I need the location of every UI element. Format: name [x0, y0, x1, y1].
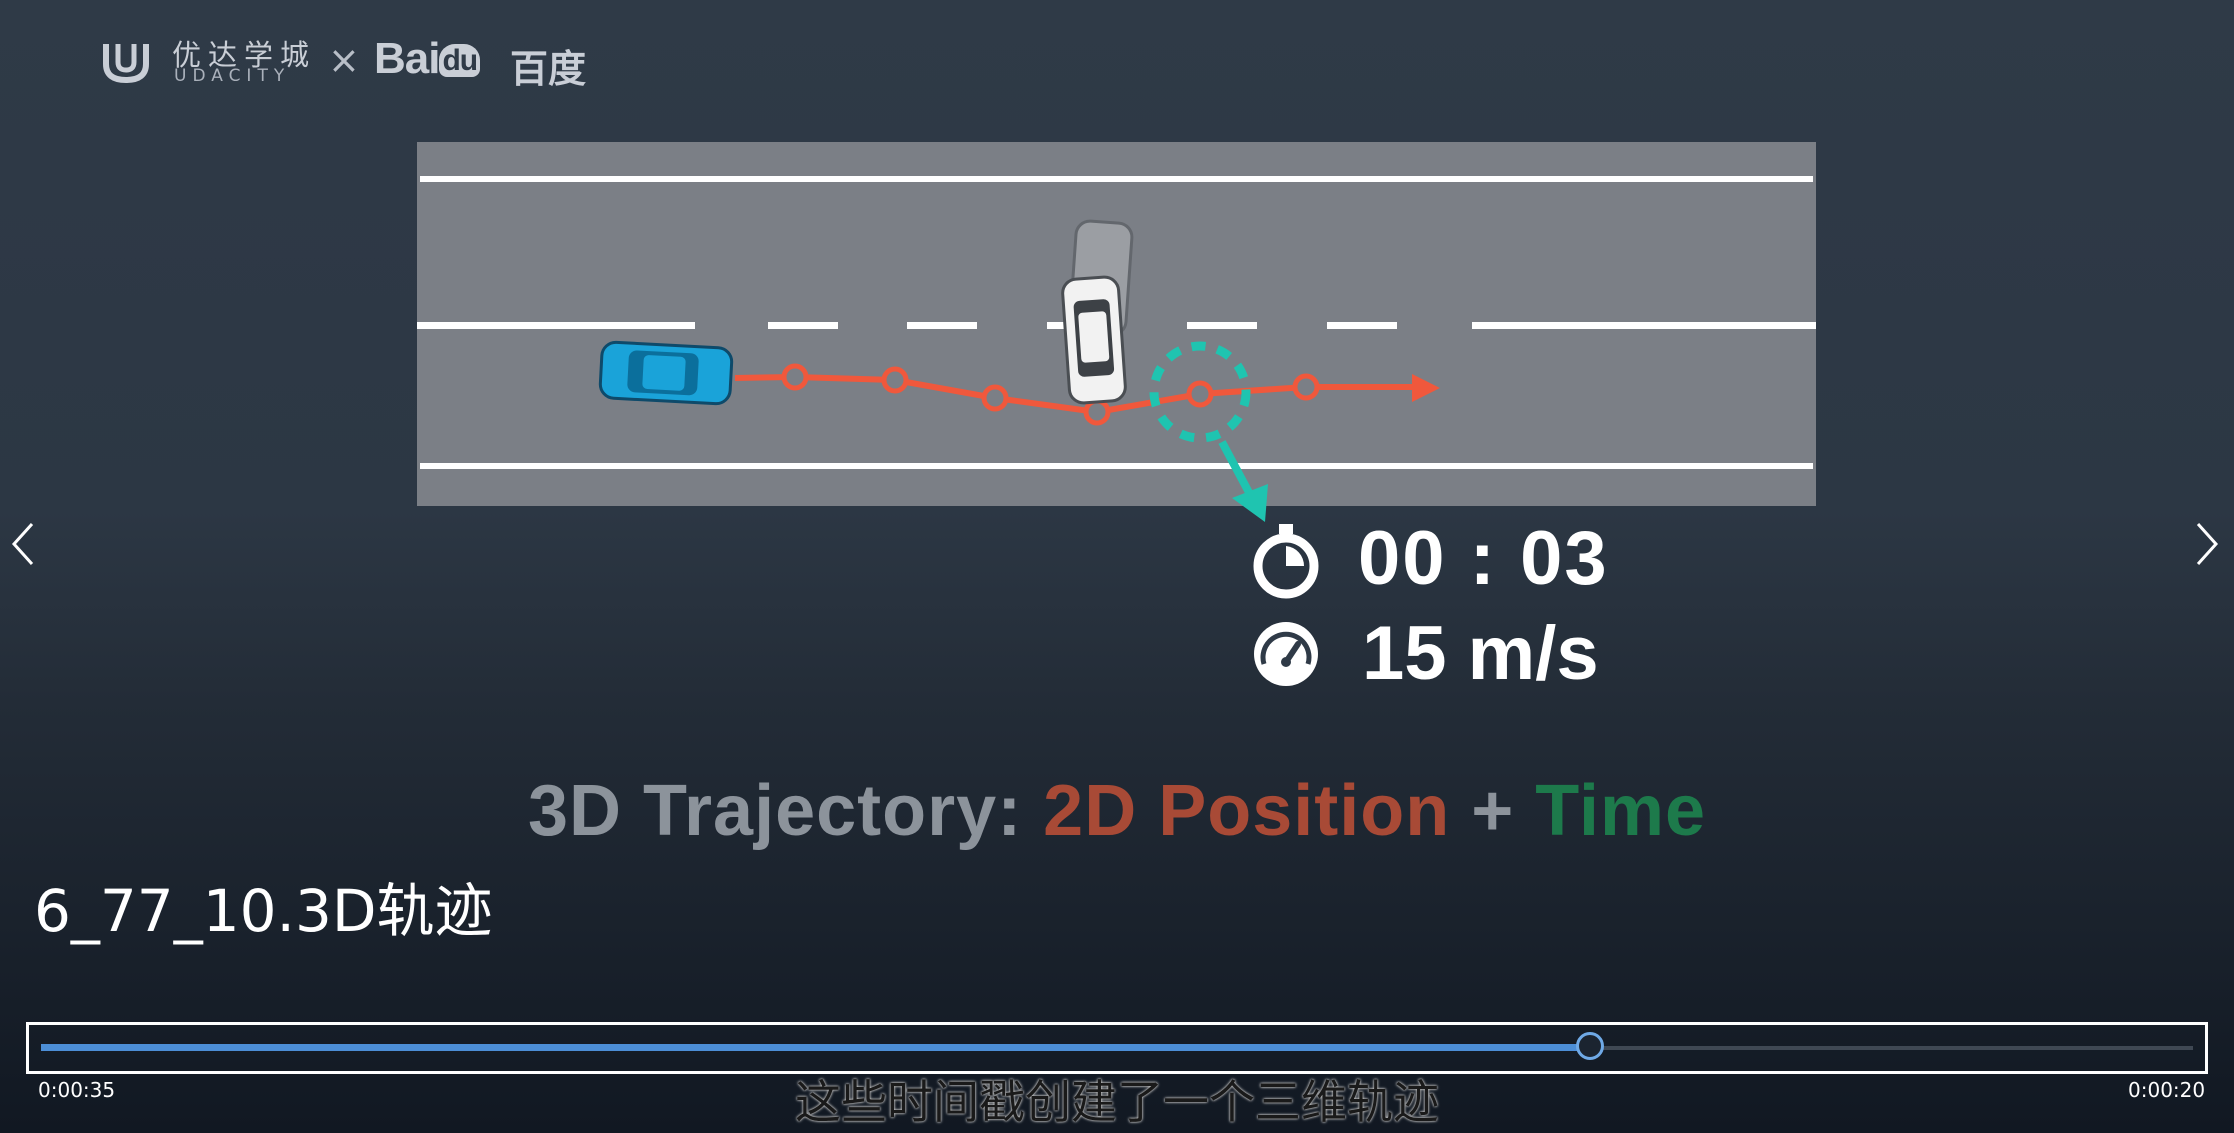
lane-line-bottom [420, 463, 1813, 469]
caption-part-trajectory: 3D Trajectory: [527, 771, 1044, 851]
ego-car [598, 340, 734, 406]
time-readout: 00 : 03 [1358, 516, 1609, 601]
speedometer-icon [1254, 622, 1318, 686]
trajectory-point [1292, 373, 1320, 401]
stopwatch-icon [1253, 524, 1319, 599]
seek-thumb[interactable] [1576, 1032, 1604, 1060]
slide-caption: 3D Trajectory: 2D Position + Time [0, 770, 2234, 852]
trajectory-point [1186, 380, 1214, 408]
trajectory-point [981, 384, 1009, 412]
subtitle-text: 这些时间戳创建了一个三维轨迹 [795, 1075, 1439, 1129]
trajectory-point [881, 366, 909, 394]
caption-part-position: 2D Position [1043, 771, 1451, 851]
caption-part-plus: + [1450, 771, 1536, 851]
video-title: 6_77_10.3D轨迹 [34, 877, 493, 945]
chevron-left-icon[interactable] [4, 514, 44, 574]
trajectory-point [781, 363, 809, 391]
speed-readout: 15 m/s [1362, 611, 1599, 696]
road-scene [417, 142, 1816, 522]
chevron-right-icon[interactable] [2186, 514, 2226, 574]
seek-progress-fill [41, 1044, 1590, 1051]
total-time: 0:00:20 [2128, 1078, 2206, 1102]
caption-part-time: Time [1535, 771, 1707, 851]
other-car [1061, 275, 1127, 405]
trajectory-point [1083, 398, 1111, 426]
lane-line-top [420, 176, 1813, 182]
